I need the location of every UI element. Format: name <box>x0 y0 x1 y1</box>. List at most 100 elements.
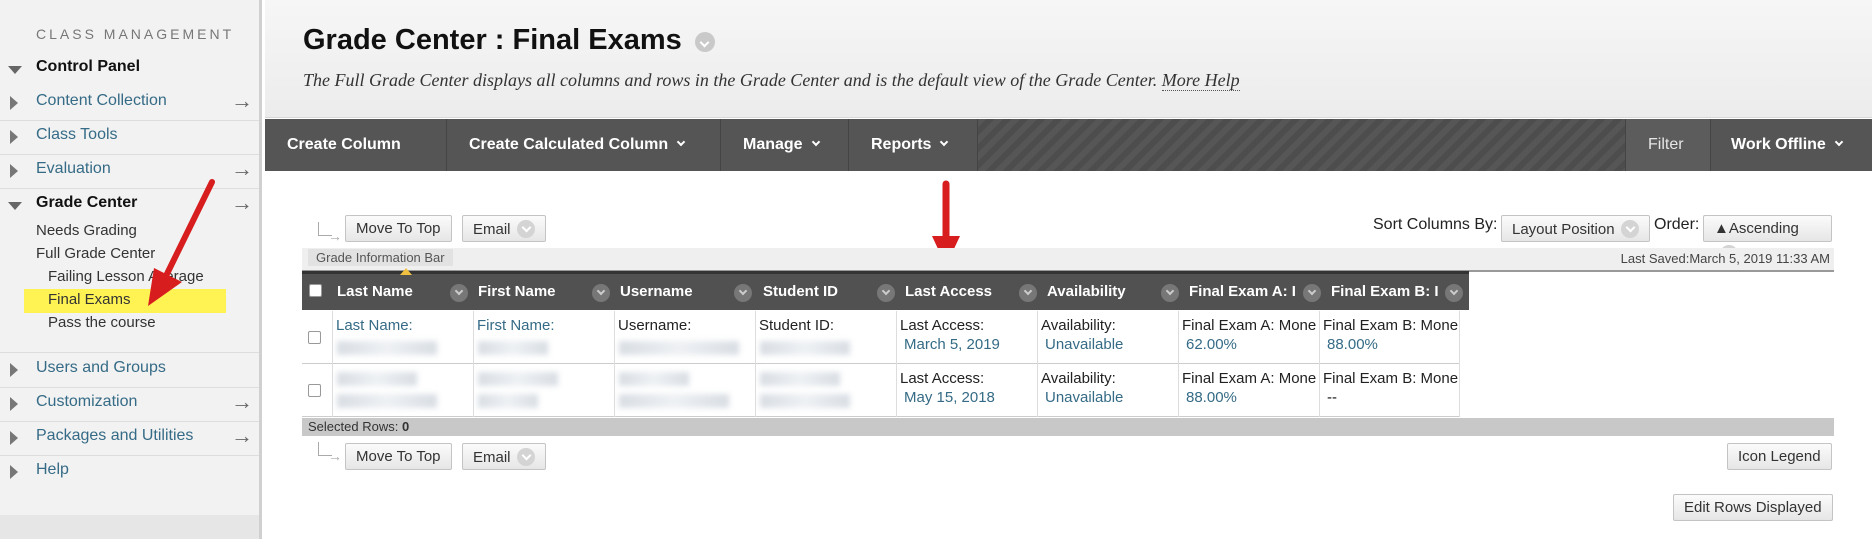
cell-label: Availability: <box>1041 317 1116 334</box>
column-options-chevron-icon[interactable] <box>1303 284 1321 302</box>
open-in-new-arrow-icon[interactable]: → <box>231 389 253 415</box>
collapse-triangle-icon <box>10 465 18 479</box>
cell-last-name[interactable]: Last Name: <box>332 311 473 364</box>
page-description: The Full Grade Center displays all colum… <box>303 70 1240 91</box>
cell-label: Last Access: <box>900 317 985 334</box>
cell-label: Username: <box>618 317 692 334</box>
open-in-new-arrow-icon[interactable]: → <box>231 423 253 449</box>
column-header-last-access[interactable]: Last Access <box>905 274 1010 310</box>
sidebar-item-help[interactable]: Help <box>0 457 259 487</box>
open-in-new-arrow-icon[interactable]: → <box>231 156 253 182</box>
collapse-triangle-icon <box>10 96 18 110</box>
cell-label: Final Exam B: Mone <box>1323 370 1459 387</box>
column-header-student-id[interactable]: Student ID <box>763 274 868 310</box>
column-header-username[interactable]: Username <box>620 274 725 310</box>
arrow-right-icon: → <box>328 228 342 244</box>
reports-button[interactable]: Reports <box>849 119 978 171</box>
column-header-final-exam-a[interactable]: Final Exam A: I <box>1189 274 1297 310</box>
work-offline-button[interactable]: Work Offline <box>1711 119 1872 171</box>
column-options-chevron-icon[interactable] <box>734 284 752 302</box>
selected-rows-label: Selected Rows: <box>308 419 399 434</box>
sidebar-item-customization[interactable]: Customization → <box>0 389 259 419</box>
table-row: Last Access: May 15, 2018 Availability: … <box>302 364 1460 417</box>
selected-rows-bar: Selected Rows: 0 <box>302 418 1834 436</box>
sidebar-item-label: Users and Groups <box>36 359 166 376</box>
create-column-button[interactable]: Create Column <box>265 119 447 171</box>
order-select[interactable]: ▲Ascending <box>1703 215 1832 263</box>
redacted-text <box>760 341 850 355</box>
column-options-chevron-icon[interactable] <box>450 284 468 302</box>
chevron-down-icon <box>1834 137 1844 147</box>
page-title: Grade Center : Final Exams <box>303 24 682 56</box>
email-button[interactable]: Email <box>462 443 546 470</box>
cell-value: 88.00% <box>1186 389 1237 406</box>
chevron-down-icon <box>516 448 535 466</box>
sidebar-subitem-full-grade-center[interactable]: Full Grade Center <box>36 245 155 262</box>
grade-information-bar-tab[interactable]: Grade Information Bar <box>308 249 453 266</box>
more-help-link[interactable]: More Help <box>1161 70 1240 91</box>
icon-legend-button[interactable]: Icon Legend <box>1727 443 1832 470</box>
divider <box>0 120 259 121</box>
button-label: Create Calculated Column <box>469 136 669 153</box>
sidebar-item-label: Customization <box>36 393 138 410</box>
sidebar-item-control-panel[interactable]: Control Panel <box>0 54 259 84</box>
chevron-down-icon <box>676 137 686 147</box>
cell-final-exam-a[interactable]: Final Exam A: Mone 88.00% <box>1178 364 1319 417</box>
email-button[interactable]: Email <box>462 215 546 242</box>
create-calculated-column-button[interactable]: Create Calculated Column <box>447 119 721 171</box>
column-options-chevron-icon[interactable] <box>1445 284 1463 302</box>
sidebar-heading: CLASS MANAGEMENT <box>36 26 235 42</box>
select-all-checkbox[interactable] <box>309 284 322 297</box>
cell-availability: Availability: Unavailable <box>1037 311 1178 364</box>
cell-label: Final Exam A: Mone <box>1182 317 1317 334</box>
button-label: Filter <box>1648 136 1684 153</box>
move-to-top-button[interactable]: Move To Top <box>345 215 452 242</box>
column-header-final-exam-b[interactable]: Final Exam B: I <box>1331 274 1439 310</box>
column-header-availability[interactable]: Availability <box>1047 274 1152 310</box>
page-description-text: The Full Grade Center displays all colum… <box>303 70 1158 90</box>
cell-last-access: Last Access: May 15, 2018 <box>896 364 1037 417</box>
row-checkbox[interactable] <box>308 331 321 344</box>
move-to-top-button[interactable]: Move To Top <box>345 443 452 470</box>
cell-final-exam-a[interactable]: Final Exam A: Mone 62.00% <box>1178 311 1319 364</box>
cell-final-exam-b[interactable]: Final Exam B: Mone 88.00% <box>1319 311 1460 364</box>
sort-columns-by-select[interactable]: Layout Position <box>1501 215 1650 242</box>
sidebar-subitem-pass-the-course[interactable]: Pass the course <box>48 314 156 331</box>
edit-rows-displayed-button[interactable]: Edit Rows Displayed <box>1673 494 1833 521</box>
cell-username <box>614 364 755 417</box>
expand-triangle-icon <box>8 66 22 74</box>
annotation-arrow-icon <box>148 179 215 306</box>
cell-first-name[interactable] <box>473 364 614 417</box>
cell-final-exam-b[interactable]: Final Exam B: Mone -- <box>1319 364 1460 417</box>
sidebar-subitem-needs-grading[interactable]: Needs Grading <box>36 222 137 239</box>
select-value: Layout Position <box>1512 221 1615 238</box>
redacted-text <box>478 394 538 408</box>
sidebar-subitem-final-exams[interactable]: Final Exams <box>48 291 131 308</box>
filter-button[interactable]: Filter <box>1625 119 1711 171</box>
open-in-new-arrow-icon[interactable]: → <box>231 88 253 114</box>
selected-rows-count: 0 <box>401 419 410 434</box>
redacted-text <box>337 372 417 386</box>
button-label: Manage <box>743 136 803 153</box>
sidebar-item-label: Control Panel <box>36 58 141 75</box>
manage-button[interactable]: Manage <box>721 119 849 171</box>
sidebar-item-content-collection[interactable]: Content Collection → <box>0 88 259 118</box>
redacted-text <box>337 341 437 355</box>
cell-availability: Availability: Unavailable <box>1037 364 1178 417</box>
column-header-last-name[interactable]: Last Name <box>337 274 442 310</box>
sidebar-item-class-tools[interactable]: Class Tools <box>0 122 259 152</box>
column-options-chevron-icon[interactable] <box>877 284 895 302</box>
title-options-chevron-icon[interactable] <box>695 32 715 52</box>
column-options-chevron-icon[interactable] <box>1161 284 1179 302</box>
row-checkbox[interactable] <box>308 384 321 397</box>
cell-value: 62.00% <box>1186 336 1237 353</box>
cell-first-name[interactable]: First Name: <box>473 311 614 364</box>
column-options-chevron-icon[interactable] <box>592 284 610 302</box>
sidebar-item-packages-and-utilities[interactable]: Packages and Utilities → <box>0 423 259 453</box>
sidebar-item-label: Class Tools <box>36 126 118 143</box>
sidebar-item-users-and-groups[interactable]: Users and Groups <box>0 355 259 385</box>
column-options-chevron-icon[interactable] <box>1019 284 1037 302</box>
cell-last-name[interactable] <box>332 364 473 417</box>
column-header-first-name[interactable]: First Name <box>478 274 583 310</box>
open-in-new-arrow-icon[interactable]: → <box>231 190 253 216</box>
